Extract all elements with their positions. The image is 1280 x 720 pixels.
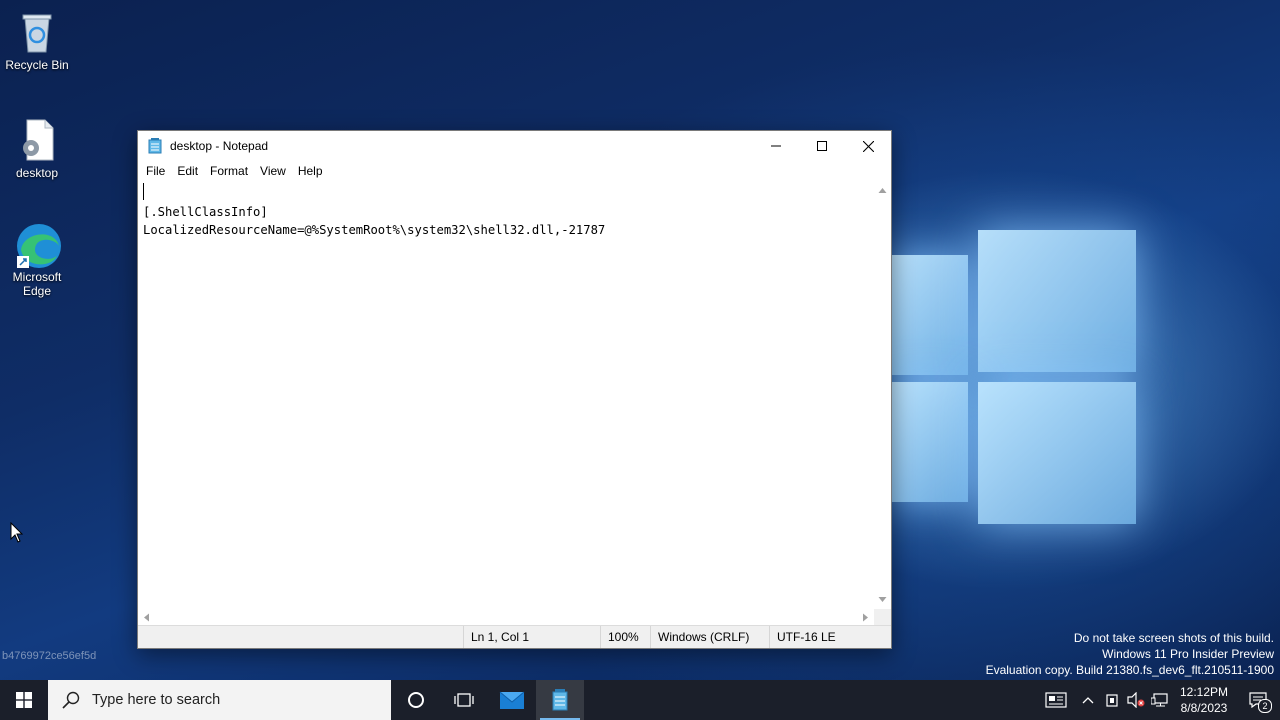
network-button[interactable] (1148, 680, 1172, 720)
start-button[interactable] (0, 680, 48, 720)
show-hidden-icons-button[interactable] (1076, 680, 1100, 720)
menu-bar: File Edit Format View Help (138, 161, 891, 181)
menu-help[interactable]: Help (292, 162, 329, 180)
taskbar-search-box[interactable]: Type here to search (48, 680, 391, 720)
recycle-bin-icon (15, 10, 59, 54)
notepad-icon (148, 138, 162, 154)
settings-file-icon (15, 118, 59, 162)
taskbar: Type here to search 12:12PM 8/8/2023 2 (0, 680, 1280, 720)
scroll-arrows-icon (144, 613, 868, 622)
news-widget-button[interactable] (1036, 680, 1076, 720)
taskbar-clock[interactable]: 12:12PM 8/8/2023 (1172, 684, 1236, 716)
device-icon (1106, 694, 1118, 707)
desktop-icon-label: Recycle Bin (5, 58, 69, 72)
close-button[interactable] (845, 131, 891, 161)
menu-file[interactable]: File (140, 162, 171, 180)
desktop-icon-label: desktop (15, 166, 59, 180)
horizontal-scrollbar[interactable] (138, 609, 874, 626)
minimize-icon (771, 145, 781, 147)
status-line-ending: Windows (CRLF) (650, 626, 766, 648)
maximize-icon (817, 141, 827, 151)
evaluation-watermark: Do not take screen shots of this build. … (986, 630, 1274, 678)
search-placeholder: Type here to search (92, 692, 221, 708)
title-bar[interactable]: desktop - Notepad (138, 131, 891, 161)
task-view-icon (454, 693, 474, 707)
device-tray-button[interactable] (1100, 680, 1124, 720)
mouse-pointer-icon (10, 522, 24, 543)
build-id-text: b4769972ce56ef5d (2, 650, 97, 662)
clock-date: 8/8/2023 (1180, 701, 1228, 715)
scroll-arrows-icon (878, 188, 887, 602)
mail-app-button[interactable] (488, 680, 536, 720)
mail-icon (499, 691, 525, 709)
desktop-icon-desktop-ini[interactable]: desktop (0, 118, 74, 180)
desktop-icon-label: Microsoft Edge (12, 270, 62, 298)
news-icon (1045, 692, 1067, 708)
edge-icon (15, 222, 61, 268)
maximize-button[interactable] (799, 131, 845, 161)
desktop-icon-microsoft-edge[interactable]: Microsoft Edge (0, 222, 74, 298)
watermark-line: Windows 11 Pro Insider Preview (1102, 647, 1274, 661)
scrollbar-corner (874, 609, 891, 626)
notepad-taskbar-button[interactable] (536, 680, 584, 720)
window-title: desktop - Notepad (170, 139, 269, 153)
task-view-button[interactable] (440, 680, 488, 720)
status-zoom: 100% (600, 626, 648, 648)
watermark-line: Evaluation copy. Build 21380.fs_dev6_flt… (985, 663, 1274, 677)
text-caret (143, 183, 144, 200)
menu-view[interactable]: View (254, 162, 292, 180)
desktop-icon-recycle-bin[interactable]: Recycle Bin (0, 10, 74, 72)
search-icon (62, 691, 80, 709)
cortana-circle-icon (408, 692, 424, 708)
volume-button[interactable] (1124, 680, 1148, 720)
watermark-line: Do not take screen shots of this build. (1073, 631, 1274, 645)
menu-edit[interactable]: Edit (171, 162, 204, 180)
windows-start-icon (16, 692, 32, 708)
close-icon (862, 140, 874, 152)
notification-count-badge: 2 (1258, 699, 1272, 713)
notepad-window[interactable]: desktop - Notepad File Edit Format View … (137, 130, 892, 649)
status-encoding: UTF-16 LE (769, 626, 877, 648)
menu-format[interactable]: Format (204, 162, 254, 180)
clock-time: 12:12PM (1179, 685, 1228, 699)
network-icon (1150, 693, 1168, 707)
status-cursor-position: Ln 1, Col 1 (463, 626, 604, 648)
chevron-up-icon (1082, 697, 1094, 704)
windows-logo-wallpaper (890, 230, 1140, 530)
minimize-button[interactable] (753, 131, 799, 161)
system-tray: 12:12PM 8/8/2023 2 (1036, 680, 1280, 720)
text-line (143, 185, 874, 203)
text-line: [.ShellClassInfo] (143, 205, 268, 219)
text-editor[interactable]: [.ShellClassInfo] LocalizedResourceName=@… (138, 181, 874, 609)
action-center-button[interactable]: 2 (1236, 680, 1280, 720)
volume-muted-icon (1127, 692, 1145, 708)
notepad-icon (552, 689, 568, 711)
text-line: LocalizedResourceName=@%SystemRoot%\syst… (143, 223, 606, 237)
cortana-button[interactable] (392, 680, 440, 720)
vertical-scrollbar[interactable] (874, 181, 891, 609)
status-bar: Ln 1, Col 1 100% Windows (CRLF) UTF-16 L… (138, 625, 891, 648)
